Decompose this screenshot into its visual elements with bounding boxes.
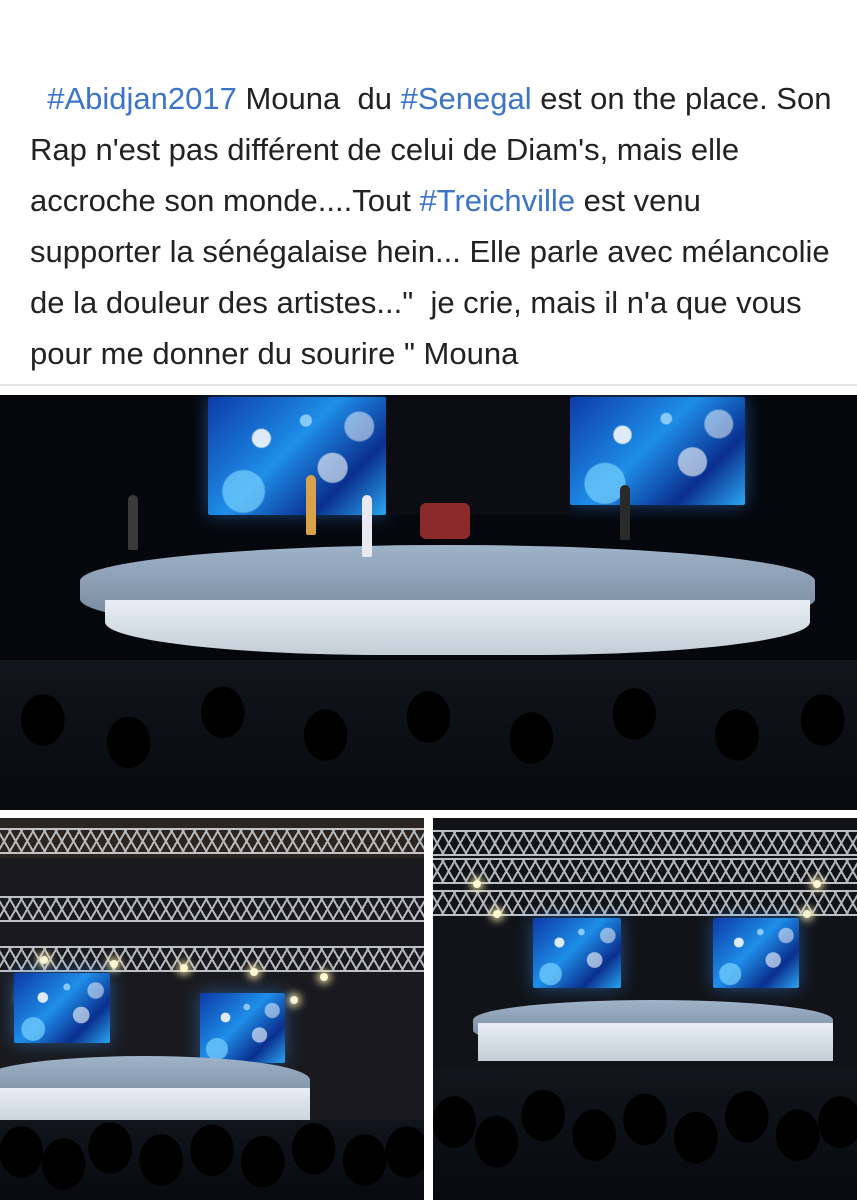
audience-silhouette	[433, 1070, 857, 1200]
stage-light	[473, 880, 481, 888]
hashtag-link[interactable]: #Abidjan2017	[47, 81, 237, 116]
post-text: #Abidjan2017 Mouna du #Senegal est on th…	[30, 22, 835, 379]
led-screen-left	[14, 973, 110, 1043]
stage-light	[493, 910, 501, 918]
stage-light	[813, 880, 821, 888]
stage-light	[40, 956, 48, 964]
stage-light	[290, 996, 298, 1004]
stage-front-wall	[478, 1023, 833, 1061]
lighting-truss	[433, 858, 857, 884]
led-screen-right	[713, 918, 799, 988]
hashtag-link[interactable]: #Treichville	[419, 183, 575, 218]
stage-light	[180, 964, 188, 972]
lighting-truss	[0, 896, 424, 922]
stage-light	[803, 910, 811, 918]
performer	[306, 475, 316, 535]
lighting-truss	[433, 830, 857, 856]
performer	[128, 495, 138, 550]
led-screen-left	[533, 918, 621, 988]
performer	[362, 495, 372, 557]
concert-hall-wide-photo[interactable]	[433, 818, 857, 1200]
led-screen-right	[200, 993, 285, 1063]
lighting-truss	[0, 828, 424, 854]
concert-stage-photo[interactable]	[0, 395, 857, 810]
performer	[620, 485, 630, 540]
lighting-truss	[0, 946, 424, 972]
post-text-segment: Mouna du	[236, 81, 401, 116]
audience-silhouette	[0, 660, 857, 810]
led-screen-left	[208, 397, 386, 515]
stage-light	[110, 960, 118, 968]
stage-light	[250, 968, 258, 976]
stage-light	[320, 973, 328, 981]
stage-front-wall	[105, 600, 810, 655]
concert-hall-wide-photo[interactable]	[0, 818, 424, 1200]
led-screen-right	[570, 397, 745, 505]
audience-silhouette	[0, 1120, 424, 1200]
divider	[0, 384, 857, 386]
hashtag-link[interactable]: #Senegal	[401, 81, 532, 116]
